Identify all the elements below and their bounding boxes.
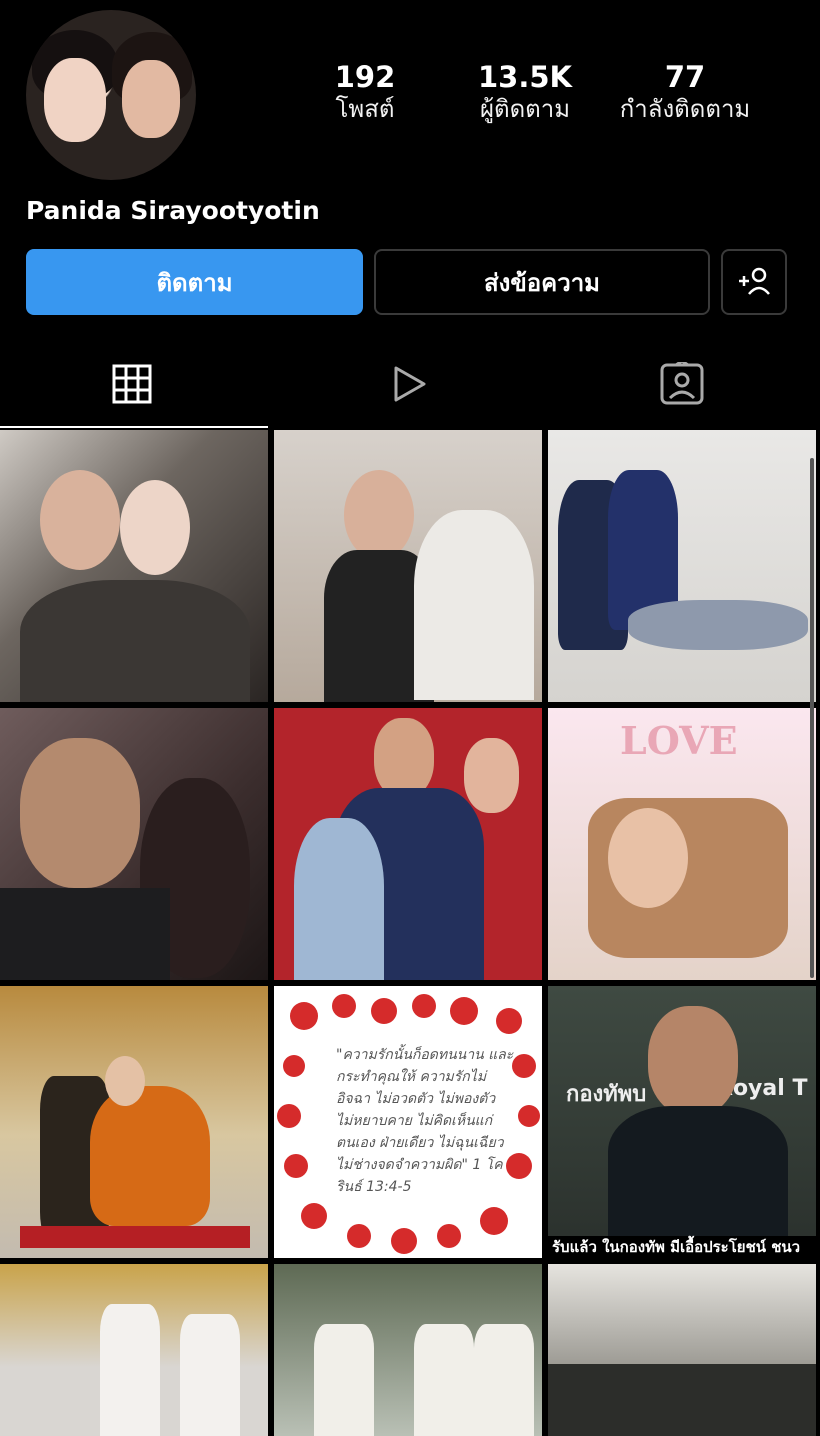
post-sign-left: กองทัพบ xyxy=(566,1082,647,1107)
post-thumbnail[interactable] xyxy=(274,1264,542,1436)
reels-play-icon xyxy=(394,366,426,402)
post-thumbnail[interactable] xyxy=(0,430,268,702)
grid-icon xyxy=(112,364,152,404)
followers-label: ผู้ติดตาม xyxy=(479,95,571,123)
avatar-face-left xyxy=(44,58,106,142)
avatar-face-right xyxy=(122,60,180,138)
posts-label: โพสต์ xyxy=(335,95,395,123)
post-thumbnail[interactable]: กองทัพบ Royal T รับแล้ว ในกองทัพ มีเอื้อ… xyxy=(548,986,816,1258)
post-love-text: LOVE xyxy=(620,718,738,763)
post-quote-text: "ความรักนั้นก็อดทนนาน และกระทำคุณให้ ควา… xyxy=(336,1047,514,1195)
following-count: 77 xyxy=(664,60,706,94)
post-thumbnail[interactable] xyxy=(0,1264,268,1436)
post-thumbnail[interactable] xyxy=(0,986,268,1258)
post-thumbnail[interactable] xyxy=(548,1264,816,1436)
follow-button[interactable]: ติดตาม xyxy=(26,249,363,315)
post-thumbnail[interactable]: "ความรักนั้นก็อดทนนาน และกระทำคุณให้ ควา… xyxy=(274,986,542,1258)
post-thumbnail[interactable]: LOVE xyxy=(548,708,816,980)
post-thumbnail[interactable] xyxy=(274,430,542,702)
add-person-button[interactable] xyxy=(721,249,787,315)
following-label: กำลังติดตาม xyxy=(619,95,751,123)
follow-button-label: ติดตาม xyxy=(156,268,233,297)
tab-tagged[interactable] xyxy=(658,360,706,408)
post-caption: รับแล้ว ในกองทัพ มีเอื้อประโยชน์ ชนว xyxy=(548,1236,816,1258)
post-thumbnail[interactable] xyxy=(0,708,268,980)
add-person-icon xyxy=(739,267,770,295)
message-button[interactable]: ส่งข้อความ xyxy=(374,249,710,315)
active-tab-indicator xyxy=(0,426,268,428)
post-thumbnail[interactable] xyxy=(548,430,816,702)
tagged-person-icon xyxy=(660,362,704,405)
message-button-label: ส่งข้อความ xyxy=(483,268,600,297)
followers-count: 13.5K xyxy=(477,60,573,94)
followers-stat[interactable]: 13.5K ผู้ติดตาม xyxy=(440,60,610,124)
post-thumbnail[interactable] xyxy=(274,708,542,980)
posts-count: 192 xyxy=(334,60,396,94)
posts-stat[interactable]: 192 โพสต์ xyxy=(280,60,450,124)
profile-username: Panida Sirayootyotin xyxy=(26,196,320,225)
following-stat[interactable]: 77 กำลังติดตาม xyxy=(600,60,770,124)
scrollbar[interactable] xyxy=(810,458,814,978)
tab-posts-grid[interactable] xyxy=(108,360,156,408)
profile-avatar[interactable] xyxy=(26,10,196,180)
tab-reels[interactable] xyxy=(384,360,432,408)
